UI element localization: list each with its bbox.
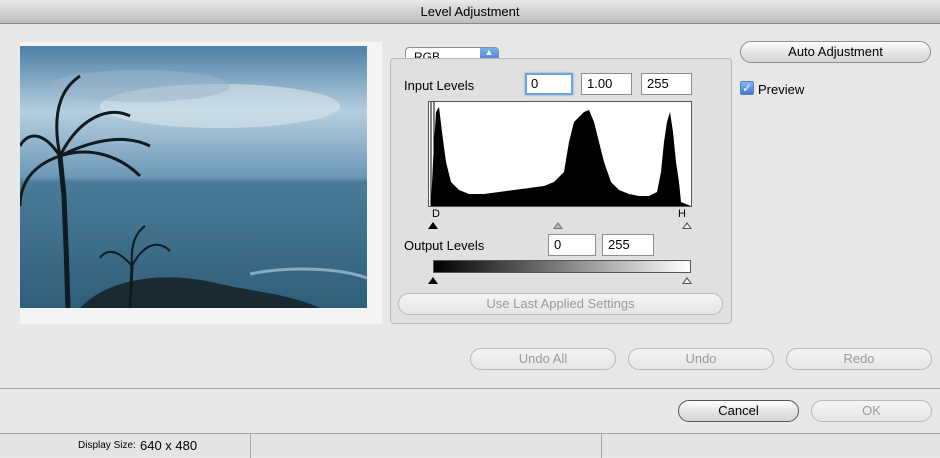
undo-button[interactable]: Undo [628, 348, 774, 370]
landscape-photo [20, 46, 367, 308]
histogram: D H [428, 101, 692, 220]
separator [0, 388, 940, 389]
status-bar: Display Size: 640 x 480 [0, 433, 940, 458]
cancel-button[interactable]: Cancel [678, 400, 799, 422]
shadow-label: D [432, 208, 440, 220]
output-gradient-bar [433, 260, 691, 273]
redo-button[interactable]: Redo [786, 348, 932, 370]
output-white-field[interactable]: 255 [602, 234, 654, 256]
input-gamma-slider[interactable] [553, 222, 563, 229]
input-black-slider[interactable] [428, 222, 438, 229]
preview-image [20, 46, 367, 308]
undo-all-button[interactable]: Undo All [470, 348, 616, 370]
output-white-slider[interactable] [682, 277, 692, 284]
preview-scroll-strip [370, 42, 382, 324]
use-last-settings-button[interactable]: Use Last Applied Settings [398, 293, 723, 315]
output-black-field[interactable]: 0 [548, 234, 596, 256]
output-black-slider[interactable] [428, 277, 438, 284]
input-white-field[interactable]: 255 [641, 73, 692, 95]
status-divider [250, 434, 251, 458]
auto-adjustment-button[interactable]: Auto Adjustment [740, 41, 931, 63]
display-size-label: Display Size: [78, 440, 136, 451]
output-levels-label: Output Levels [404, 238, 485, 253]
preview-checkbox[interactable]: ✓ [740, 81, 754, 95]
input-white-slider[interactable] [682, 222, 692, 229]
image-preview-area [20, 42, 382, 324]
input-black-field[interactable]: 0 [525, 73, 573, 95]
title-bar: Level Adjustment [0, 0, 940, 24]
input-gamma-field[interactable]: 1.00 [581, 73, 632, 95]
window-title: Level Adjustment [420, 4, 520, 19]
highlight-label: H [678, 208, 686, 220]
ok-button[interactable]: OK [811, 400, 932, 422]
status-divider [601, 434, 602, 458]
checkmark-icon: ✓ [741, 81, 753, 95]
input-levels-label: Input Levels [404, 78, 475, 93]
histogram-graph [429, 102, 691, 206]
display-size-value: 640 x 480 [140, 438, 198, 453]
preview-label: Preview [758, 82, 805, 97]
